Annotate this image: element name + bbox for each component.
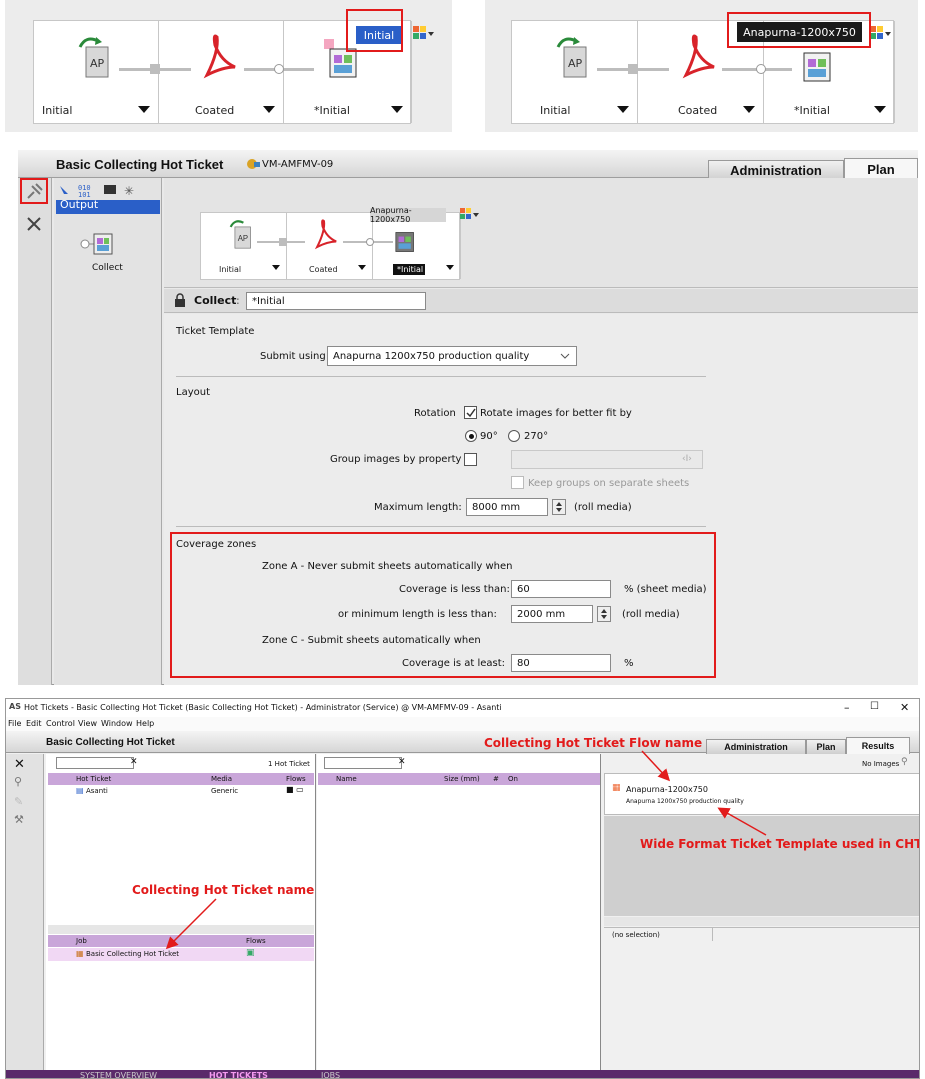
- chevron-down-icon[interactable]: [358, 265, 366, 270]
- stage-label: Coated: [678, 104, 718, 117]
- divider: [176, 376, 706, 377]
- radio-90[interactable]: [465, 430, 477, 442]
- pdf-stage-icon: [311, 217, 341, 251]
- collect-field-sep: :: [236, 294, 240, 307]
- connector-square: [150, 64, 160, 74]
- submit-using-select[interactable]: Anapurna 1200x750 production quality: [327, 346, 577, 366]
- collect-name-input[interactable]: *Initial: [246, 292, 426, 310]
- stage-initial[interactable]: AP Initial: [34, 21, 159, 123]
- svg-text:AP: AP: [568, 57, 583, 70]
- stage-label: *Initial: [314, 104, 350, 117]
- status-tab-system-overview[interactable]: SYSTEM OVERVIEW: [80, 1071, 157, 1078]
- svg-text:✳: ✳: [124, 184, 134, 198]
- max-length-input[interactable]: 8000 mm: [466, 498, 548, 516]
- bottom-screen: AS Hot Tickets - Basic Collecting Hot Ti…: [5, 698, 920, 1079]
- roll-media-label: (roll media): [574, 502, 632, 513]
- output-toolbar: 010 101 ✳: [56, 180, 156, 200]
- svg-text:AP: AP: [90, 57, 105, 70]
- radio-270[interactable]: [508, 430, 520, 442]
- top-right-flow-panel: AP Initial Coated *Initial Anapurna-1200…: [485, 0, 918, 132]
- highlight-box: [727, 12, 871, 48]
- chevron-down-icon[interactable]: [263, 106, 275, 113]
- page-title: Basic Collecting Hot Ticket: [56, 157, 224, 172]
- annotation-arrows: [165, 750, 767, 950]
- server-name: VM-AMFMV-09: [262, 159, 334, 170]
- chevron-down-icon[interactable]: [391, 106, 403, 113]
- group-property-button[interactable]: ‹I›: [682, 454, 692, 464]
- stage-initial[interactable]: AP Initial: [201, 213, 287, 279]
- keep-groups-checkbox[interactable]: [511, 476, 524, 489]
- stage-label: Initial: [540, 104, 571, 117]
- max-length-label: Maximum length:: [374, 502, 462, 513]
- highlight-box: [346, 9, 403, 52]
- initial-stage-icon: AP: [76, 33, 116, 81]
- connector-square: [279, 238, 287, 246]
- lock-icon[interactable]: [174, 293, 186, 307]
- chevron-down-icon[interactable]: [743, 106, 755, 113]
- stage-coated[interactable]: Coated: [159, 21, 284, 123]
- radio-270-label: 270°: [524, 431, 549, 442]
- svg-text:AP: AP: [238, 234, 248, 243]
- flow-color-icon[interactable]: [460, 208, 482, 222]
- flow-color-icon[interactable]: [413, 26, 435, 42]
- connector-node: [274, 64, 284, 74]
- radio-90-label: 90°: [480, 431, 498, 442]
- submit-using-label: Submit using: [260, 351, 326, 362]
- status-tab-hot-tickets[interactable]: HOT TICKETS: [209, 1071, 268, 1078]
- pdf-stage-icon: [678, 31, 720, 81]
- collect-field-label: Collect: [194, 294, 237, 307]
- stage-label: Coated: [309, 265, 338, 274]
- stage-initial[interactable]: AP Initial: [512, 21, 638, 123]
- max-length-stepper[interactable]: [552, 499, 566, 515]
- layout-heading: Layout: [176, 387, 210, 398]
- collect-stage-icon: [794, 47, 838, 87]
- collect-node-label: Collect: [92, 263, 123, 273]
- group-checkbox[interactable]: [464, 453, 477, 466]
- stage-label: Initial: [42, 104, 73, 117]
- stage-label: *Initial: [794, 104, 830, 117]
- chevron-down-icon[interactable]: [138, 106, 150, 113]
- status-tab-jobs[interactable]: JOBS: [321, 1071, 340, 1078]
- rotate-check-label: Rotate images for better fit by: [480, 408, 632, 419]
- initial-stage-icon: AP: [554, 33, 594, 81]
- collect-stage-icon: [389, 227, 419, 257]
- chevron-down-icon[interactable]: [874, 106, 886, 113]
- collect-node-icon[interactable]: [80, 228, 116, 260]
- tab-plan[interactable]: Plan: [844, 158, 918, 180]
- flow-name-label[interactable]: Anapurna-1200x750: [370, 206, 446, 224]
- middle-screen: Basic Collecting Hot Ticket VM-AMFMV-09 …: [18, 150, 918, 685]
- highlight-box: [20, 178, 48, 204]
- chevron-down-icon[interactable]: [446, 265, 454, 270]
- connector-square: [628, 64, 638, 74]
- tab-administration[interactable]: Administration: [708, 160, 844, 180]
- chevron-down-icon[interactable]: [617, 106, 629, 113]
- initial-stage-icon: AP: [227, 217, 257, 251]
- connector-node: [756, 64, 766, 74]
- ticket-template-heading: Ticket Template: [176, 326, 255, 337]
- divider: [176, 526, 706, 527]
- pdf-stage-icon: [199, 31, 241, 81]
- rotation-label: Rotation: [414, 408, 456, 419]
- left-tool-column: [18, 178, 52, 685]
- stage-label: Initial: [219, 265, 242, 274]
- keep-groups-label: Keep groups on separate sheets: [528, 478, 690, 489]
- connector-node: [366, 238, 374, 246]
- chevron-down-icon[interactable]: [272, 265, 280, 270]
- stage-label: *Initial: [397, 265, 424, 274]
- flow-color-icon[interactable]: [870, 26, 892, 42]
- group-label: Group images by property: [330, 454, 462, 465]
- group-property-field: [511, 450, 703, 469]
- server-icon: [246, 157, 260, 171]
- close-icon[interactable]: [26, 216, 42, 232]
- top-left-flow-panel: AP Initial Coated *Initial Initial: [5, 0, 452, 132]
- chevron-down-icon: [560, 352, 570, 360]
- stage-coated[interactable]: Coated: [287, 213, 373, 279]
- highlight-box: [170, 532, 716, 678]
- rotate-checkbox[interactable]: [464, 406, 477, 419]
- stage-label: Coated: [195, 104, 235, 117]
- output-label: Output: [60, 198, 99, 211]
